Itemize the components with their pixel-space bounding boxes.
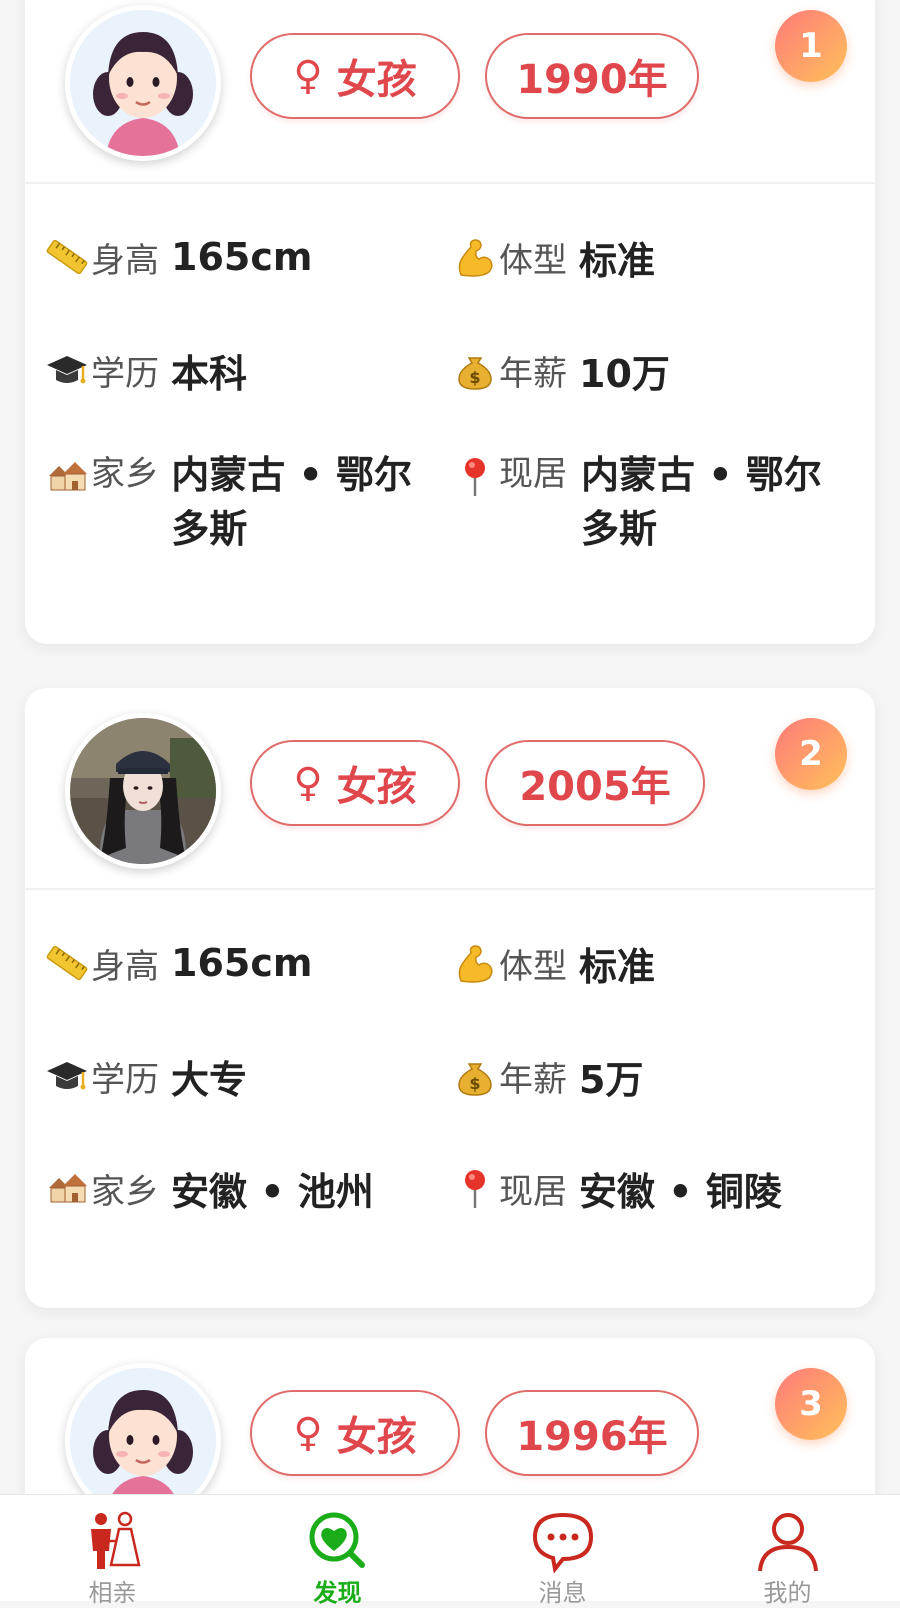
female-icon: ♀ (293, 1410, 323, 1456)
body-type-value: 标准 (579, 944, 656, 989)
houses-icon (45, 454, 89, 498)
education-value: 大专 (171, 1057, 248, 1102)
profile-card[interactable]: ♀ 女孩 1990年 1 身高 165cm 体型 标准 学历 本科 $ 年薪 1… (25, 0, 875, 644)
height-value: 165cm (171, 941, 313, 985)
tab-label: 相亲 (88, 1579, 137, 1607)
salary-field: $ 年薪 5万 (453, 1046, 853, 1106)
residence-field: 现居 内蒙古 • 鄂尔多斯 (453, 448, 853, 560)
birth-year-tag: 2005年 (485, 740, 705, 826)
info-row: 家乡 安徽 • 池州 现居 安徽 • 铜陵 (25, 1158, 875, 1218)
female-icon: ♀ (293, 760, 323, 806)
profile-icon (754, 1507, 822, 1575)
residence-label: 现居 (499, 454, 567, 494)
card-header: ♀ 女孩 2005年 (25, 688, 875, 890)
tab-profile[interactable]: 我的 (675, 1495, 900, 1607)
birth-year-tag: 1996年 (485, 1390, 699, 1476)
body-type-field: 体型 标准 (453, 933, 853, 993)
height-field: 身高 165cm (45, 933, 425, 993)
discover-icon (304, 1507, 372, 1575)
graduation-cap-icon (45, 348, 89, 392)
cartoon-girl-avatar (70, 1368, 216, 1514)
salary-field: $ 年薪 10万 (453, 340, 853, 400)
gender-label: 女孩 (336, 57, 417, 103)
hometown-field: 家乡 安徽 • 池州 (45, 1158, 425, 1218)
height-label: 身高 (91, 240, 159, 281)
photo-avatar (70, 718, 216, 864)
profile-feed[interactable]: ♀ 女孩 1990年 1 身高 165cm 体型 标准 学历 本科 $ 年薪 1… (0, 0, 900, 1600)
education-value: 本科 (171, 351, 248, 396)
hometown-value: 内蒙古 • 鄂尔多斯 (171, 453, 413, 551)
avatar[interactable] (65, 5, 221, 161)
avatar[interactable] (65, 713, 221, 869)
svg-text:$: $ (469, 1074, 480, 1093)
hometown-label: 家乡 (91, 1171, 159, 1212)
residence-value: 内蒙古 • 鄂尔多斯 (581, 453, 822, 551)
residence-label: 现居 (499, 1171, 567, 1212)
card-header: ♀ 女孩 1990年 (25, 0, 875, 184)
flexed-biceps-icon (453, 941, 497, 985)
hometown-value: 安徽 • 池州 (171, 1169, 374, 1214)
info-row: 学历 本科 $ 年薪 10万 (25, 340, 875, 400)
body-type-value: 标准 (579, 238, 656, 283)
birth-year-tag: 1990年 (485, 33, 699, 119)
money-bag-icon: $ (453, 348, 497, 392)
female-icon: ♀ (293, 53, 323, 99)
tab-label: 我的 (763, 1579, 812, 1607)
info-row: 家乡 内蒙古 • 鄂尔多斯 现居 内蒙古 • 鄂尔多斯 (25, 448, 875, 560)
gender-tag: ♀ 女孩 (250, 740, 460, 826)
tab-messages[interactable]: 消息 (450, 1495, 675, 1607)
gender-tag: ♀ 女孩 (250, 33, 460, 119)
gender-label: 女孩 (336, 764, 417, 810)
body-type-label: 体型 (499, 240, 567, 281)
info-row: 身高 165cm 体型 标准 (25, 227, 875, 287)
salary-value: 5万 (579, 1057, 644, 1102)
salary-label: 年薪 (499, 1059, 567, 1100)
rank-badge: 2 (775, 718, 847, 790)
hometown-label: 家乡 (91, 454, 159, 494)
height-label: 身高 (91, 946, 159, 987)
ruler-icon (45, 941, 89, 985)
salary-value: 10万 (579, 351, 670, 396)
info-row: 身高 165cm 体型 标准 (25, 933, 875, 993)
flexed-biceps-icon (453, 235, 497, 279)
location-pin-icon (453, 454, 497, 498)
houses-icon (45, 1166, 89, 1210)
rank-badge: 3 (775, 1368, 847, 1440)
gender-tag: ♀ 女孩 (250, 1390, 460, 1476)
education-field: 学历 大专 (45, 1046, 425, 1106)
tab-label: 消息 (538, 1579, 587, 1607)
height-field: 身高 165cm (45, 227, 425, 287)
tab-discover[interactable]: 发现 (225, 1495, 450, 1607)
education-label: 学历 (91, 353, 159, 394)
rank-badge: 1 (775, 10, 847, 82)
graduation-cap-icon (45, 1054, 89, 1098)
location-pin-icon (453, 1166, 497, 1210)
message-icon (529, 1507, 597, 1575)
body-type-label: 体型 (499, 946, 567, 987)
hometown-field: 家乡 内蒙古 • 鄂尔多斯 (45, 448, 425, 560)
residence-value: 安徽 • 铜陵 (579, 1169, 782, 1214)
svg-text:$: $ (469, 368, 480, 387)
ruler-icon (45, 235, 89, 279)
education-field: 学历 本科 (45, 340, 425, 400)
body-type-field: 体型 标准 (453, 227, 853, 287)
height-value: 165cm (171, 235, 313, 279)
tab-label: 发现 (313, 1579, 362, 1607)
couple-icon (79, 1507, 147, 1575)
profile-card[interactable]: ♀ 女孩 2005年 2 身高 165cm 体型 标准 学历 大专 $ 年薪 5… (25, 688, 875, 1308)
tab-matchmaking[interactable]: 相亲 (0, 1495, 225, 1607)
education-label: 学历 (91, 1059, 159, 1100)
salary-label: 年薪 (499, 353, 567, 394)
info-row: 学历 大专 $ 年薪 5万 (25, 1046, 875, 1106)
residence-field: 现居 安徽 • 铜陵 (453, 1158, 853, 1218)
bottom-tab-bar: 相亲 发现 消息 我的 (0, 1494, 900, 1607)
gender-label: 女孩 (336, 1414, 417, 1460)
cartoon-girl-avatar (70, 10, 216, 156)
money-bag-icon: $ (453, 1054, 497, 1098)
